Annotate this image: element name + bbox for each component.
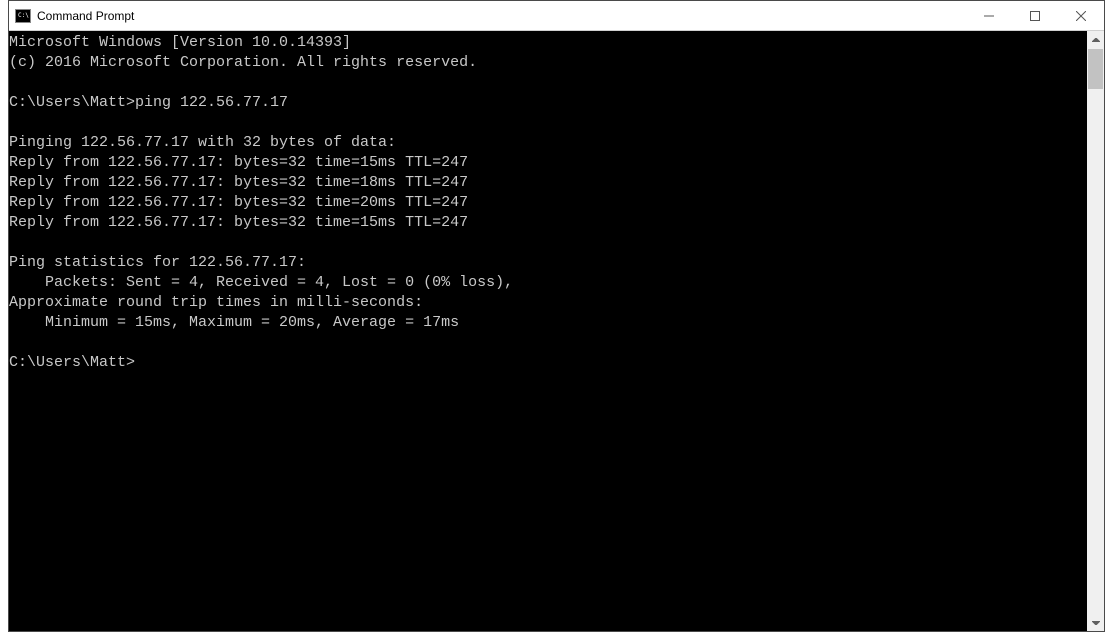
close-button[interactable] (1058, 1, 1104, 30)
terminal-line (9, 233, 1087, 253)
terminal-line: Pinging 122.56.77.17 with 32 bytes of da… (9, 133, 1087, 153)
terminal-line: Reply from 122.56.77.17: bytes=32 time=1… (9, 153, 1087, 173)
scrollbar-thumb[interactable] (1088, 49, 1103, 89)
terminal-line: Ping statistics for 122.56.77.17: (9, 253, 1087, 273)
terminal-output[interactable]: Microsoft Windows [Version 10.0.14393](c… (9, 31, 1087, 631)
minimize-button[interactable] (966, 1, 1012, 30)
terminal-line (9, 73, 1087, 93)
terminal-prompt: C:\Users\Matt> (9, 353, 1087, 373)
terminal-line: Approximate round trip times in milli-se… (9, 293, 1087, 313)
terminal-line: Microsoft Windows [Version 10.0.14393] (9, 33, 1087, 53)
content-area: Microsoft Windows [Version 10.0.14393](c… (9, 31, 1104, 631)
terminal-line: Reply from 122.56.77.17: bytes=32 time=2… (9, 193, 1087, 213)
window-title: Command Prompt (37, 9, 134, 23)
scrollbar-down-arrow-icon[interactable] (1087, 614, 1104, 631)
terminal-line (9, 333, 1087, 353)
terminal-line: Minimum = 15ms, Maximum = 20ms, Average … (9, 313, 1087, 333)
terminal-line (9, 113, 1087, 133)
maximize-button[interactable] (1012, 1, 1058, 30)
terminal-line: C:\Users\Matt>ping 122.56.77.17 (9, 93, 1087, 113)
terminal-line: (c) 2016 Microsoft Corporation. All righ… (9, 53, 1087, 73)
app-icon (15, 9, 31, 23)
window-controls (966, 1, 1104, 30)
terminal-line: Reply from 122.56.77.17: bytes=32 time=1… (9, 173, 1087, 193)
titlebar[interactable]: Command Prompt (9, 1, 1104, 31)
window-frame: Command Prompt Microsoft Windows [Versio… (8, 0, 1105, 632)
terminal-line: Reply from 122.56.77.17: bytes=32 time=1… (9, 213, 1087, 233)
scrollbar-up-arrow-icon[interactable] (1087, 31, 1104, 48)
vertical-scrollbar[interactable] (1087, 31, 1104, 631)
terminal-line: Packets: Sent = 4, Received = 4, Lost = … (9, 273, 1087, 293)
